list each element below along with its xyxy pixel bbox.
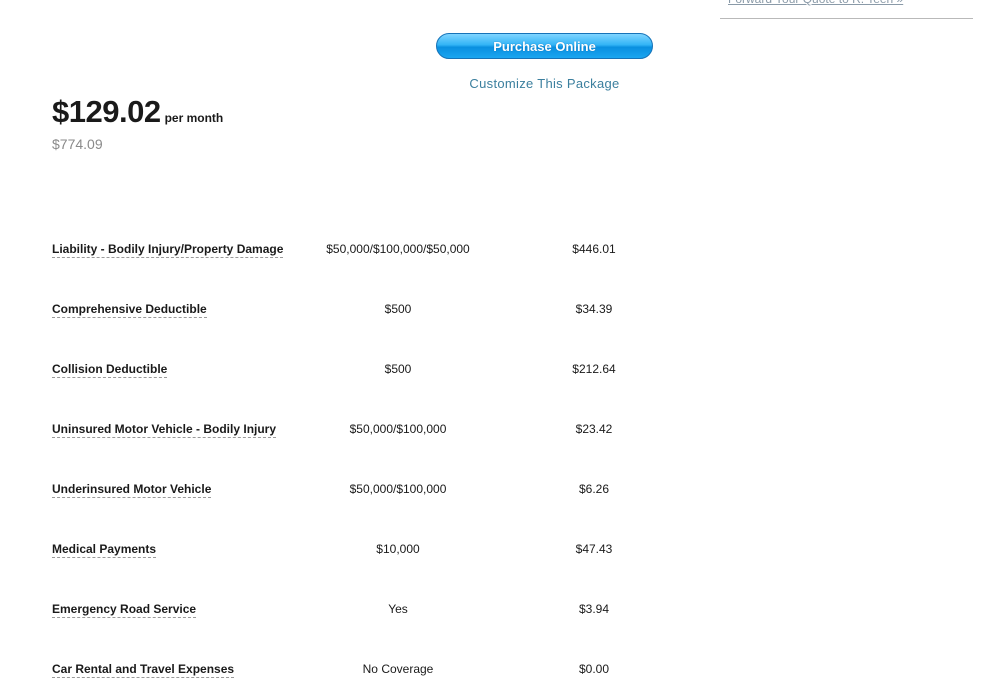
coverage-limit: No Coverage: [362, 662, 434, 676]
coverage-premium: $6.26: [578, 482, 610, 496]
coverage-premium: $212.64: [572, 362, 616, 376]
price-summary: $129.02 per month $774.09: [52, 94, 223, 152]
coverage-name[interactable]: Car Rental and Travel Expenses: [52, 662, 235, 678]
coverage-premium: $47.43: [575, 542, 613, 556]
purchase-online-button[interactable]: Purchase Online: [436, 33, 653, 59]
coverage-limit: $500: [384, 362, 412, 376]
table-row: Uninsured Motor Vehicle - Bodily Injury …: [52, 418, 672, 478]
coverage-table: Liability - Bodily Injury/Property Damag…: [52, 238, 672, 699]
coverage-limit: $50,000/$100,000: [349, 482, 447, 496]
monthly-price: $129.02: [52, 94, 161, 129]
forward-quote-link[interactable]: Forward Your Quote to R. Teen »: [720, 0, 973, 10]
coverage-name[interactable]: Liability - Bodily Injury/Property Damag…: [52, 242, 284, 258]
total-price: $774.09: [52, 136, 103, 152]
table-row: Collision Deductible $500 $212.64: [52, 358, 672, 418]
coverage-limit: $50,000/$100,000: [349, 422, 447, 436]
coverage-premium: $3.94: [578, 602, 610, 616]
sidebar: Forward Your Quote to R. Teen »: [720, 0, 973, 19]
quote-page: Forward Your Quote to R. Teen » Purchase…: [0, 0, 999, 699]
table-row: Liability - Bodily Injury/Property Damag…: [52, 238, 672, 298]
coverage-limit: $50,000/$100,000/$50,000: [326, 242, 470, 256]
coverage-name[interactable]: Emergency Road Service: [52, 602, 197, 618]
coverage-name[interactable]: Medical Payments: [52, 542, 157, 558]
coverage-premium: $0.00: [578, 662, 610, 676]
table-row: Comprehensive Deductible $500 $34.39: [52, 298, 672, 358]
price-period: per month: [164, 111, 224, 125]
coverage-name[interactable]: Comprehensive Deductible: [52, 302, 207, 318]
coverage-name[interactable]: Uninsured Motor Vehicle - Bodily Injury: [52, 422, 277, 438]
coverage-name[interactable]: Underinsured Motor Vehicle: [52, 482, 212, 498]
table-row: Car Rental and Travel Expenses No Covera…: [52, 658, 672, 699]
coverage-premium: $34.39: [575, 302, 613, 316]
table-row: Emergency Road Service Yes $3.94: [52, 598, 672, 658]
customize-package-link[interactable]: Customize This Package: [436, 76, 653, 91]
coverage-premium: $446.01: [572, 242, 616, 256]
table-row: Underinsured Motor Vehicle $50,000/$100,…: [52, 478, 672, 538]
monthly-price-line: $129.02 per month: [52, 94, 223, 130]
coverage-premium: $23.42: [575, 422, 613, 436]
table-row: Medical Payments $10,000 $47.43: [52, 538, 672, 598]
sidebar-divider: [720, 18, 973, 19]
coverage-name[interactable]: Collision Deductible: [52, 362, 168, 378]
coverage-limit: Yes: [388, 602, 408, 616]
coverage-limit: $10,000: [376, 542, 420, 556]
coverage-limit: $500: [384, 302, 412, 316]
